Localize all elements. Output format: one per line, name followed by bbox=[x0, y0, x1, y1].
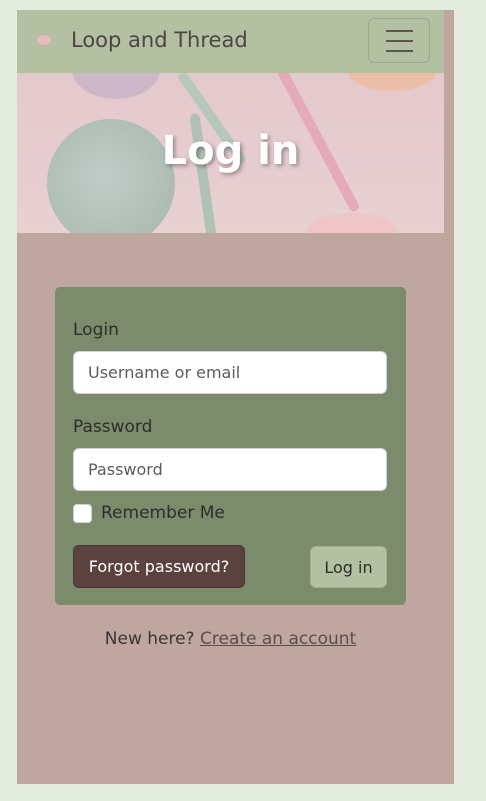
create-account-link[interactable]: Create an account bbox=[200, 629, 356, 649]
remember-me: Remember Me bbox=[73, 503, 225, 523]
brand-name[interactable]: Loop and Thread bbox=[71, 28, 248, 52]
page-frame: Loop and Thread Log in Login Password Re… bbox=[17, 10, 454, 784]
yarn-ball-image bbox=[307, 213, 397, 233]
yarn-ball-image bbox=[347, 73, 437, 91]
menu-toggle-button[interactable] bbox=[368, 18, 430, 63]
login-button[interactable]: Log in bbox=[310, 546, 387, 588]
signup-prompt: New here? Create an account bbox=[17, 629, 444, 649]
remember-me-checkbox[interactable] bbox=[73, 503, 92, 523]
login-label: Login bbox=[73, 320, 119, 340]
yarn-ball-image bbox=[72, 73, 160, 99]
hamburger-icon bbox=[386, 50, 413, 52]
login-input[interactable] bbox=[73, 351, 387, 394]
hero-banner: Log in bbox=[17, 73, 444, 233]
brand-logo-icon[interactable] bbox=[37, 35, 51, 45]
password-input[interactable] bbox=[73, 448, 387, 491]
remember-me-label[interactable]: Remember Me bbox=[101, 503, 225, 523]
page-title: Log in bbox=[161, 128, 300, 174]
login-form: Login Password Remember Me Forgot passwo… bbox=[55, 287, 406, 605]
signup-prompt-text: New here? bbox=[104, 629, 195, 649]
forgot-password-button[interactable]: Forgot password? bbox=[73, 545, 245, 588]
hamburger-icon bbox=[386, 40, 413, 42]
hamburger-icon bbox=[386, 30, 413, 32]
password-label: Password bbox=[73, 417, 153, 437]
navbar: Loop and Thread bbox=[17, 10, 444, 73]
